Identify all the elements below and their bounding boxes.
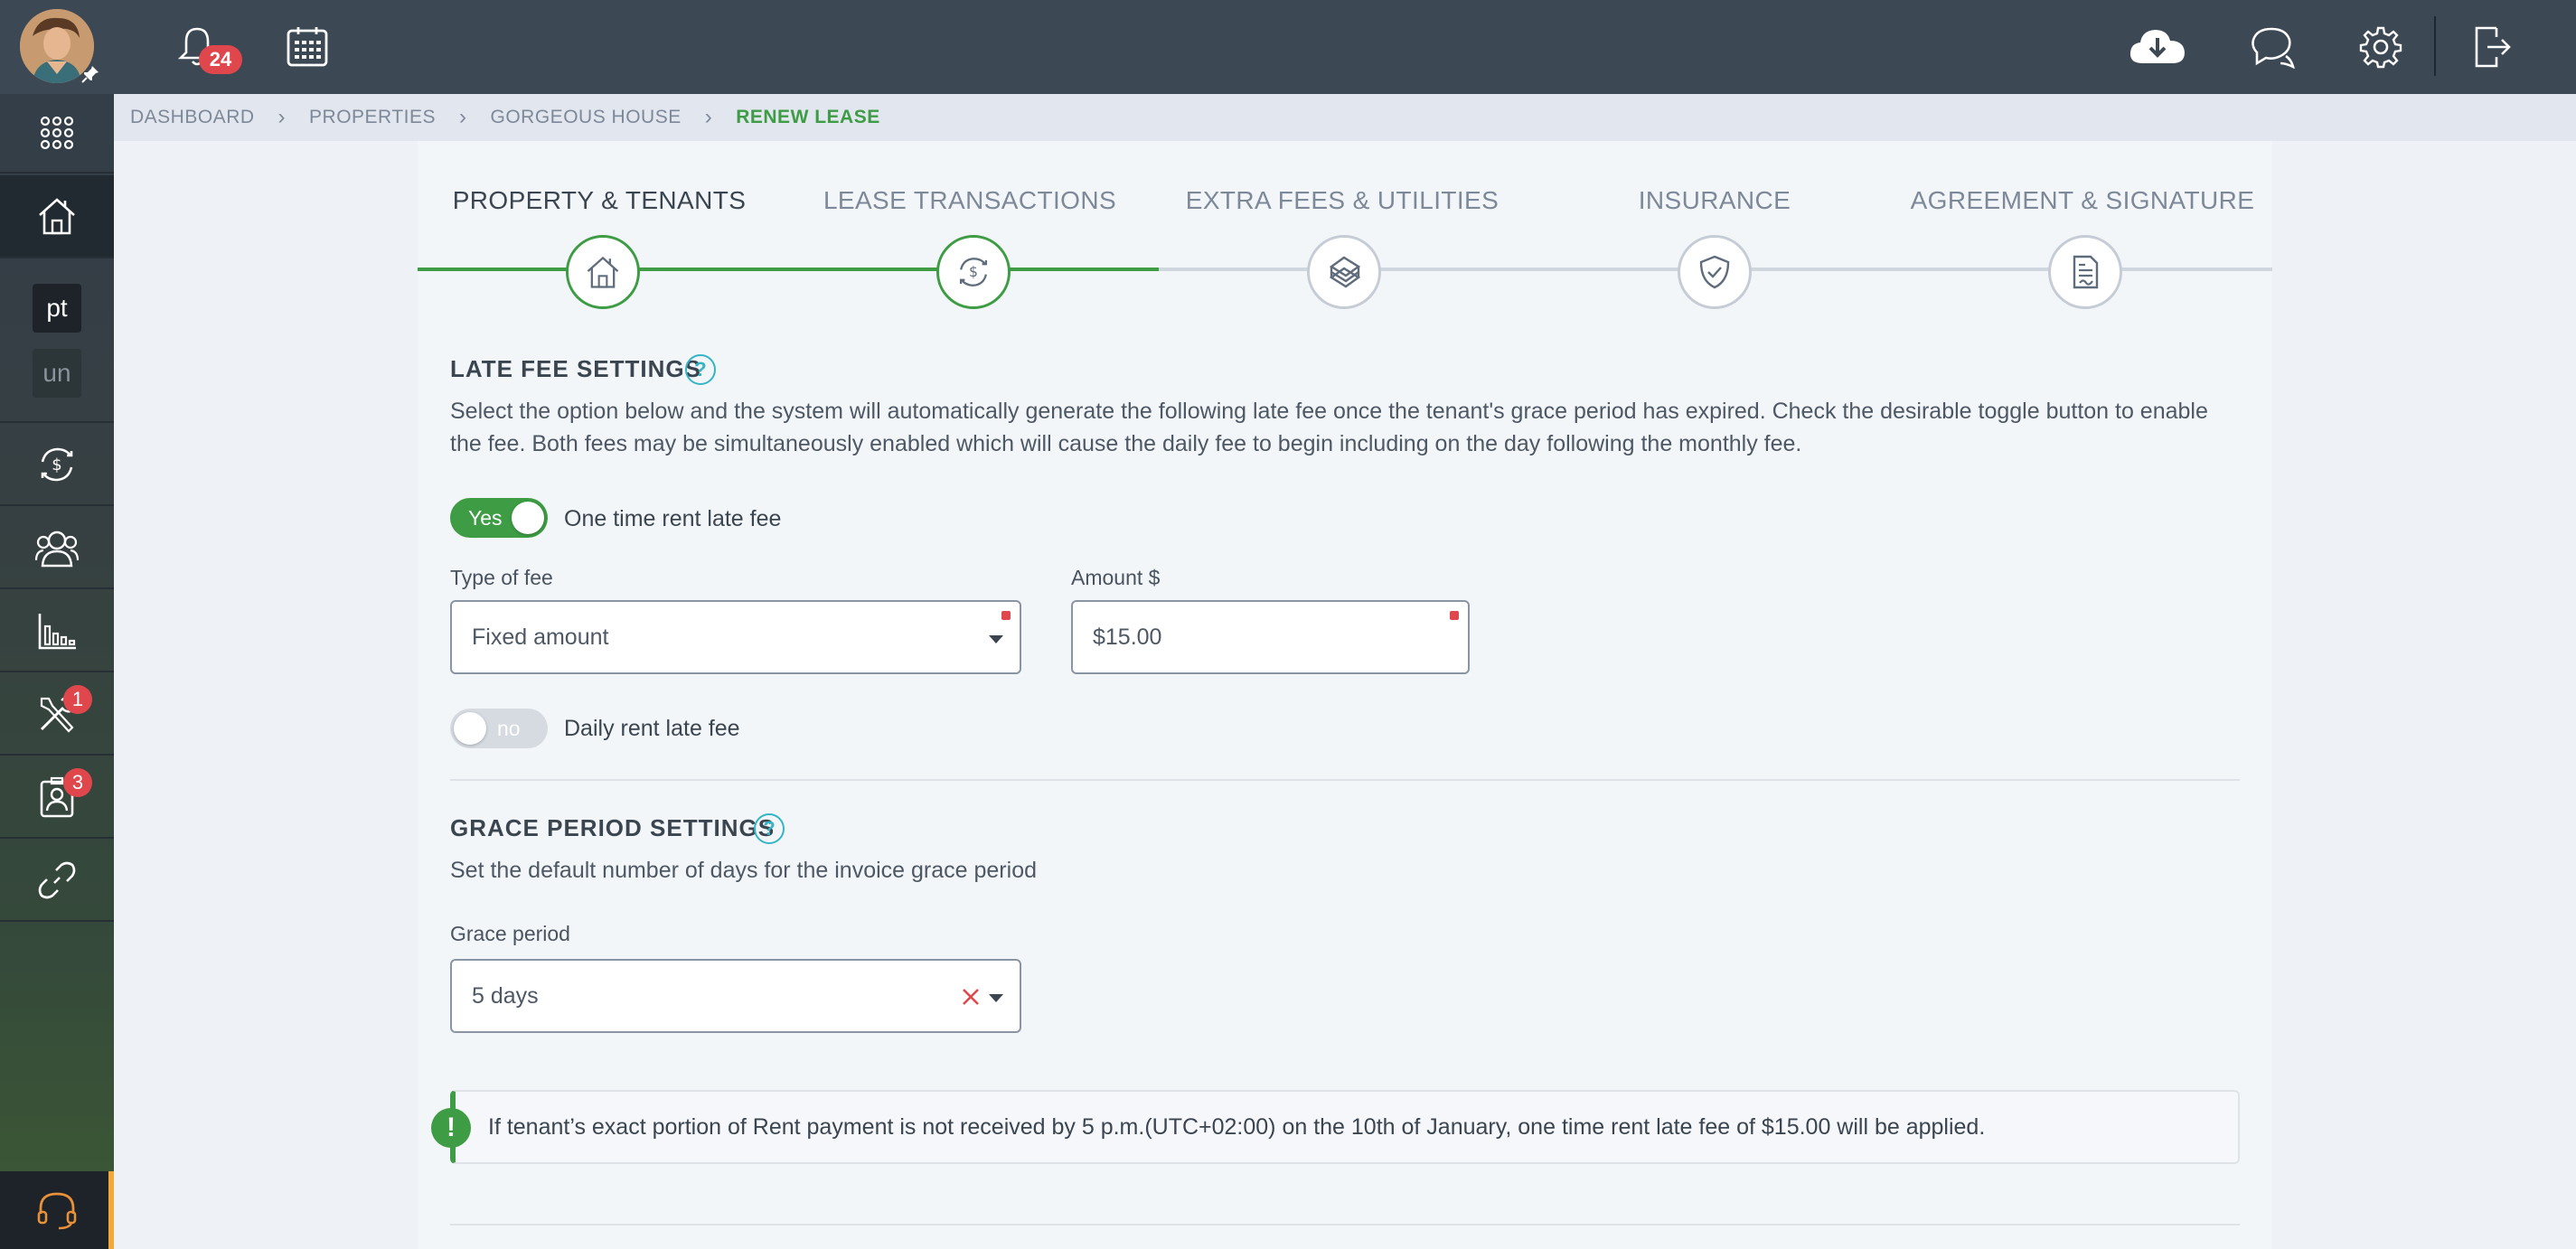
step-extra-fees[interactable] <box>1307 235 1381 309</box>
late-fee-notice: ! If tenant’s exact portion of Rent paym… <box>431 1090 2240 1164</box>
step-insurance-label[interactable]: INSURANCE <box>1533 186 1896 215</box>
house-icon <box>587 256 619 288</box>
sidebar-item-pt[interactable]: pt <box>33 284 81 333</box>
pin-icon <box>81 66 99 83</box>
sidebar-item-reports[interactable] <box>0 591 114 672</box>
exclamation-icon: ! <box>431 1108 471 1148</box>
type-of-fee-select[interactable]: Fixed amount <box>450 600 1021 674</box>
bottom-divider <box>450 1224 2240 1226</box>
breadcrumb-current: RENEW LEASE <box>736 107 880 127</box>
step-agreement-label[interactable]: AGREEMENT & SIGNATURE <box>1904 186 2261 215</box>
breadcrumb-property[interactable]: GORGEOUS HOUSE <box>491 107 682 128</box>
top-bar: 24 <box>0 0 2576 94</box>
shield-icon <box>1699 255 1730 289</box>
daily-late-fee-toggle[interactable]: no <box>450 709 548 748</box>
logout-button[interactable] <box>2466 20 2520 74</box>
user-avatar[interactable] <box>20 9 99 83</box>
support-button[interactable] <box>0 1171 114 1249</box>
grace-period-description: Set the default number of days for the i… <box>450 858 1037 883</box>
step-lease-transactions[interactable]: $ <box>936 235 1011 309</box>
sidebar-item-maintenance[interactable]: 1 <box>0 674 114 756</box>
late-fee-title: LATE FEE SETTINGS <box>450 355 701 382</box>
step-lease-transactions-label[interactable]: LEASE TRANSACTIONS <box>788 186 1152 215</box>
step-insurance[interactable] <box>1678 235 1752 309</box>
late-fee-help-icon[interactable]: ? <box>685 354 716 385</box>
toggle-knob <box>454 712 486 745</box>
applications-badge: 3 <box>63 768 92 797</box>
sidebar-item-apps[interactable] <box>0 94 114 174</box>
type-of-fee-label: Type of fee <box>450 566 553 589</box>
grid-icon <box>40 116 74 150</box>
wizard-progress-complete <box>418 268 1159 271</box>
breadcrumb: DASHBOARD › PROPERTIES › GORGEOUS HOUSE … <box>114 94 2576 141</box>
notifications-badge: 24 <box>199 45 242 74</box>
grace-period-help-icon[interactable]: ? <box>754 813 785 844</box>
caret-down-icon <box>989 635 1003 643</box>
required-indicator <box>1001 611 1011 620</box>
svg-text:$: $ <box>969 263 978 280</box>
chevron-right-icon: › <box>704 105 713 129</box>
type-of-fee-value: Fixed amount <box>472 624 609 650</box>
late-fee-description: Select the option below and the system w… <box>450 399 2208 456</box>
sidebar-item-transactions[interactable]: $ <box>0 425 114 506</box>
one-time-late-fee-toggle[interactable]: Yes <box>450 498 548 538</box>
money-cycle-icon: $ <box>41 447 73 482</box>
bar-chart-icon <box>38 614 76 650</box>
notifications-button[interactable]: 24 <box>170 20 242 74</box>
amount-input[interactable]: $15.00 <box>1071 600 1470 674</box>
maintenance-badge: 1 <box>63 685 92 714</box>
calendar-icon <box>287 27 328 67</box>
toggle-state-text: Yes <box>468 506 503 530</box>
logout-icon <box>2475 26 2511 68</box>
chevron-right-icon: › <box>459 105 467 129</box>
daily-late-fee-label: Daily rent late fee <box>564 716 740 741</box>
section-divider <box>450 779 2240 781</box>
one-time-late-fee-label: One time rent late fee <box>564 506 782 531</box>
headset-icon <box>37 1192 77 1230</box>
chat-button[interactable] <box>2245 20 2299 74</box>
toggle-knob <box>512 502 544 534</box>
sidebar-item-applications[interactable]: 3 <box>0 757 114 839</box>
sidebar-shortcuts: pt un <box>0 260 114 423</box>
gear-icon <box>2359 26 2402 69</box>
step-extra-fees-label[interactable]: EXTRA FEES & UTILITIES <box>1159 186 1526 215</box>
svg-text:$: $ <box>52 455 61 474</box>
step-property-tenants-label[interactable]: PROPERTY & TENANTS <box>418 186 781 215</box>
calendar-button[interactable] <box>280 20 334 74</box>
breadcrumb-properties[interactable]: PROPERTIES <box>309 107 436 128</box>
caret-down-icon <box>989 994 1003 1002</box>
sidebar-item-un[interactable]: un <box>33 349 81 398</box>
support-accent <box>108 1171 114 1249</box>
cloud-download-icon <box>2129 30 2185 63</box>
grace-period-title: GRACE PERIOD SETTINGS <box>450 814 776 841</box>
sidebar-item-people[interactable] <box>0 508 114 589</box>
grace-period-select[interactable]: 5 days <box>450 959 1021 1033</box>
amount-label: Amount $ <box>1071 566 1161 589</box>
cloud-download-button[interactable] <box>2128 20 2187 74</box>
chevron-right-icon: › <box>277 105 287 129</box>
cash-stack-icon <box>1329 256 1361 288</box>
required-indicator <box>1450 611 1459 620</box>
step-property-tenants[interactable] <box>566 235 640 309</box>
step-agreement[interactable] <box>2048 235 2122 309</box>
clear-icon[interactable] <box>962 988 980 1006</box>
house-icon <box>39 198 75 235</box>
settings-button[interactable] <box>2354 20 2408 74</box>
notice-text: If tenant’s exact portion of Rent paymen… <box>488 1113 1986 1140</box>
top-divider <box>2434 16 2436 76</box>
toggle-state-text: no <box>497 717 521 740</box>
link-icon <box>38 861 76 899</box>
grace-period-label: Grace period <box>450 922 570 945</box>
breadcrumb-dashboard[interactable]: DASHBOARD <box>130 107 255 128</box>
sidebar-item-properties[interactable] <box>0 175 114 258</box>
grace-period-value: 5 days <box>472 982 539 1009</box>
chat-icon <box>2252 27 2295 69</box>
amount-value: $15.00 <box>1093 624 1162 650</box>
sidebar-item-integrations[interactable] <box>0 840 114 922</box>
money-cycle-icon: $ <box>959 258 988 286</box>
document-icon <box>2073 255 2099 289</box>
people-icon <box>34 531 80 568</box>
